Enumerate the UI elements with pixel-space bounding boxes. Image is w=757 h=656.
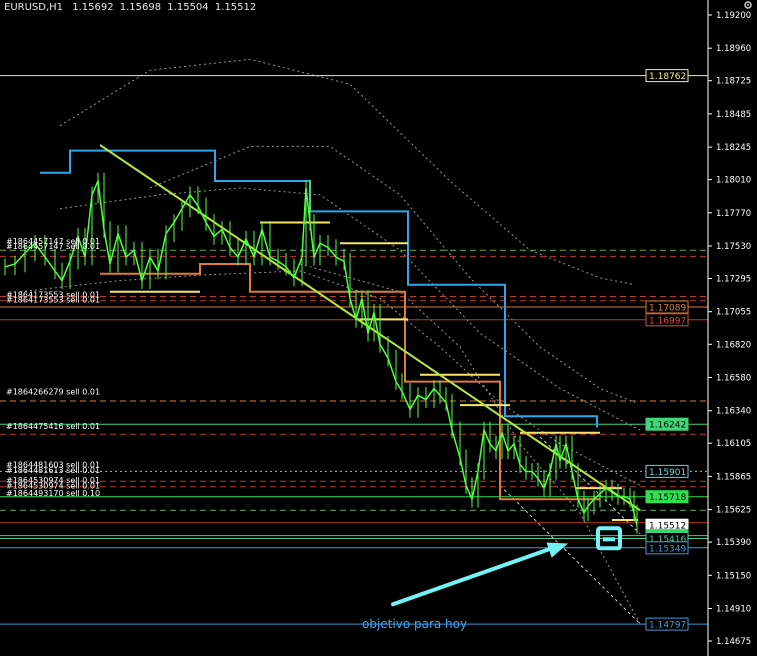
gear-icon[interactable] — [743, 0, 753, 10]
price-label-text: 1.16242 — [649, 421, 686, 431]
order-label: #1864475416 sell 0.01 — [6, 422, 100, 431]
order-label: #1864173553 sell 0.01 — [6, 295, 100, 304]
price-label-text: 1.15718 — [649, 493, 686, 503]
indicator-envelope — [59, 187, 641, 431]
order-label: #1864481613 sell 0.01 — [6, 466, 100, 475]
y-tick-label: 1.18725 — [716, 77, 751, 87]
close-value: 1.15512 — [214, 2, 257, 13]
ohlc-readout: 1.15692 1.15698 1.15504 1.15512 — [72, 2, 259, 13]
price-label-text: 1.16997 — [649, 316, 686, 326]
y-tick-label: 1.18245 — [716, 143, 751, 153]
y-tick-label: 1.17295 — [716, 275, 751, 285]
target-box-mark — [603, 537, 615, 542]
y-tick-label: 1.16105 — [716, 439, 751, 449]
price-label-text: 1.17089 — [649, 304, 686, 314]
symbol-label: EURUSD,H1 — [4, 2, 64, 13]
y-tick-label: 1.16580 — [716, 374, 751, 384]
y-tick-label: 1.18960 — [716, 44, 751, 54]
open-value: 1.15692 — [72, 2, 114, 13]
y-tick-label: 1.15390 — [716, 538, 751, 548]
annotation-text: objetivo para hoy — [362, 617, 467, 631]
chart-area[interactable]: #1864457147 sell 0.01 #1864457147 sell 0.… — [0, 0, 757, 656]
order-label: #1864266279 sell 0.01 — [6, 387, 100, 396]
y-tick-label: 1.15625 — [716, 506, 751, 516]
channel-line — [499, 485, 641, 625]
indicator-envelope — [299, 263, 641, 624]
order-label: #1864493170 sell 0.10 — [6, 489, 100, 498]
y-tick-label: 1.18485 — [716, 110, 751, 120]
arrow-shaft — [391, 545, 556, 607]
y-tick-label: 1.14675 — [716, 637, 751, 647]
price-label-text: 1.14797 — [649, 621, 686, 631]
y-tick-label: 1.16340 — [716, 407, 751, 417]
order-label: #1864457147 sell 0.01 — [6, 242, 100, 251]
y-tick-label: 1.17530 — [716, 242, 751, 252]
y-tick-label: 1.15150 — [716, 571, 751, 581]
y-tick-label: 1.15865 — [716, 472, 751, 482]
y-tick-label: 1.17770 — [716, 209, 751, 219]
y-tick-label: 1.16820 — [716, 340, 751, 350]
price-chart[interactable]: #1864457147 sell 0.01#1864457147 sell 0.… — [0, 0, 757, 656]
indicator-envelope — [19, 270, 641, 486]
indicator-envelope — [149, 145, 636, 403]
indicator-envelope — [59, 58, 636, 286]
price-label-text: 1.18762 — [649, 72, 686, 82]
y-tick-label: 1.14910 — [716, 605, 751, 615]
step-indicator — [40, 149, 598, 428]
price-label-text: 1.15349 — [649, 544, 686, 554]
price-label-text: 1.15901 — [649, 468, 686, 478]
y-tick-label: 1.18010 — [716, 176, 751, 186]
y-tick-label: 1.17055 — [716, 308, 751, 318]
high-value: 1.15698 — [119, 2, 162, 13]
low-value: 1.15504 — [167, 2, 209, 13]
y-tick-label: 1.19200 — [716, 11, 751, 21]
chart-title: EURUSD,H1 1.15692 1.15698 1.15504 1.1551… — [4, 2, 259, 13]
